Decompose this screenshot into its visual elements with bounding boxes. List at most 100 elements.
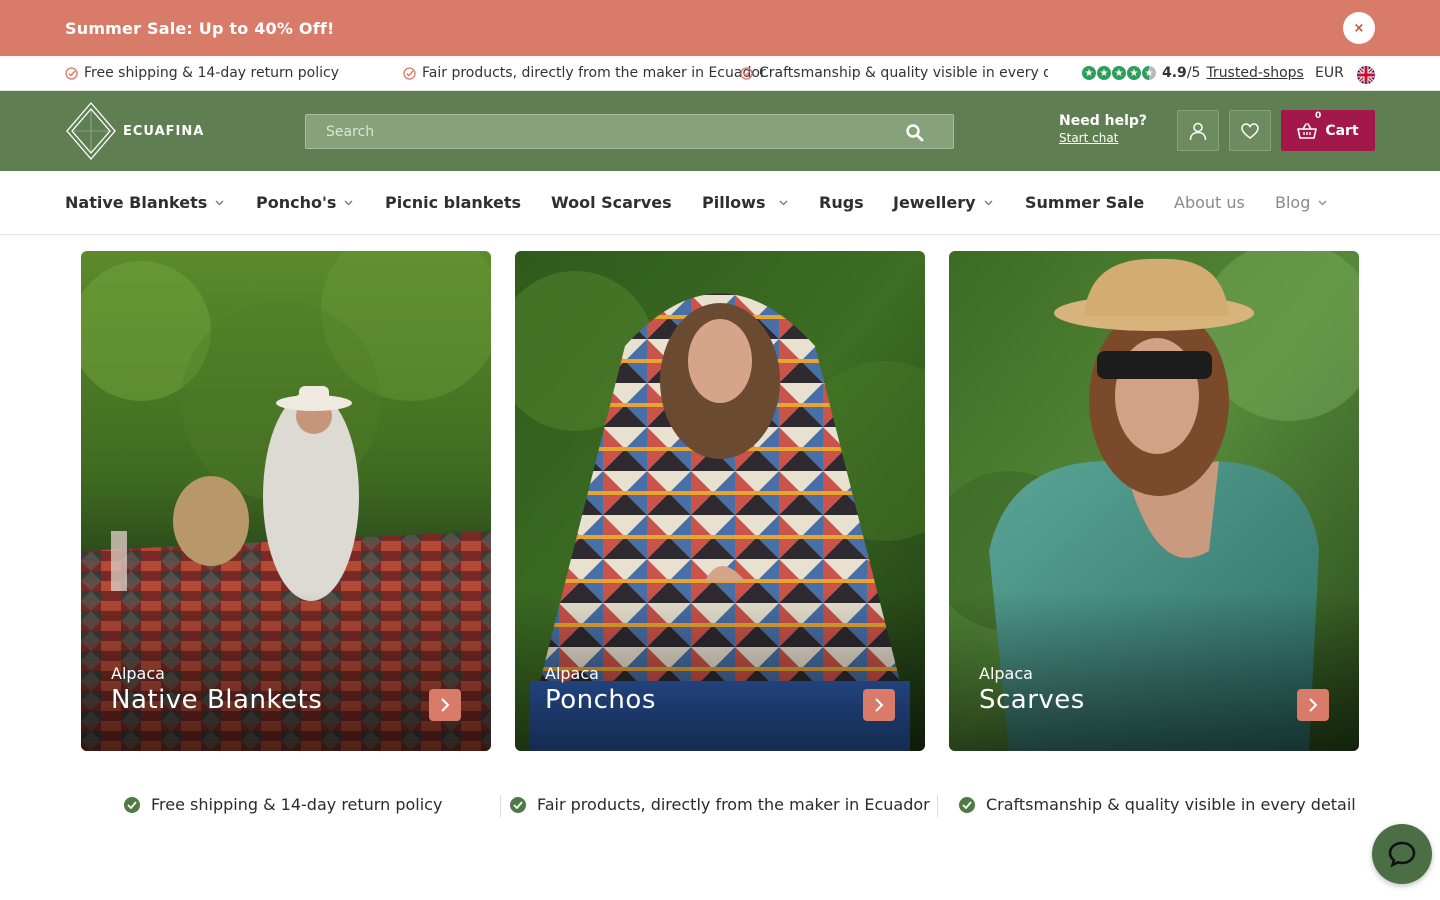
main-navigation: Native Blankets Poncho's Picnic blankets… (0, 171, 1440, 235)
usp-text: Free shipping & 14-day return policy (84, 65, 339, 81)
chevron-right-icon (1309, 698, 1318, 712)
usp-row: Free shipping & 14-day return policy Fai… (0, 795, 1440, 817)
search-input[interactable] (306, 115, 953, 148)
check-circle-icon (510, 796, 526, 813)
chevron-down-icon (984, 200, 993, 205)
card-arrow-button[interactable] (863, 689, 895, 721)
nav-label: Jewellery (893, 193, 976, 212)
main-header: ECUAFINA Need help? Start chat 0 Cart (0, 91, 1440, 171)
check-circle-icon (124, 796, 140, 813)
nav-label: Summer Sale (1025, 193, 1145, 212)
rating-value: 4.9 (1162, 65, 1187, 81)
check-icon (403, 66, 416, 80)
category-card-native-blankets[interactable]: Alpaca Native Blankets (81, 251, 491, 751)
rating-score: 4.9/5 (1162, 65, 1200, 81)
trusted-shops-rating: ★ ★ ★ ★ ★ 4.9/5 Trusted-shops (1082, 65, 1304, 81)
usp-item: Craftsmanship & quality visible in every… (740, 65, 1048, 81)
nav-item-summer-sale[interactable]: Summer Sale (1025, 193, 1144, 212)
nav-label: Wool Scarves (551, 193, 672, 212)
rating-scale: /5 (1186, 65, 1201, 81)
nav-item-pillows[interactable]: Pillows (702, 193, 788, 212)
check-icon (740, 66, 753, 80)
nav-label: Pillows (702, 193, 766, 212)
nav-label: Poncho's (256, 193, 337, 212)
help-box: Need help? Start chat (1059, 113, 1147, 145)
usp-text: Fair products, directly from the maker i… (422, 65, 766, 81)
usp-row-text: Free shipping & 14-day return policy (151, 795, 443, 814)
nav-item-blog[interactable]: Blog (1275, 193, 1327, 212)
rating-stars: ★ ★ ★ ★ ★ (1082, 66, 1156, 80)
star-icon: ★ (1082, 66, 1096, 80)
usp-item: Free shipping & 14-day return policy (65, 65, 339, 81)
nav-label: Native Blankets (65, 193, 208, 212)
cart-label: Cart (1325, 122, 1359, 139)
chevron-down-icon (344, 200, 353, 205)
card-title: Ponchos (545, 685, 656, 715)
nav-item-wool-scarves[interactable]: Wool Scarves (551, 193, 672, 212)
card-title: Native Blankets (111, 685, 323, 715)
usp-ticker: Free shipping & 14-day return policy Fai… (65, 56, 1048, 91)
nav-label: Picnic blankets (385, 193, 521, 212)
usp-row-text: Fair products, directly from the maker i… (537, 795, 930, 814)
chevron-down-icon (1318, 200, 1327, 205)
card-subtitle: Alpaca (545, 664, 599, 683)
logo-diamond-icon (66, 102, 116, 160)
nav-item-about-us[interactable]: About us (1174, 193, 1245, 212)
category-card-ponchos[interactable]: Alpaca Ponchos (515, 251, 925, 751)
nav-label: Rugs (819, 193, 864, 212)
search-icon[interactable] (905, 123, 925, 143)
card-arrow-button[interactable] (429, 689, 461, 721)
cart-button[interactable]: 0 Cart (1281, 110, 1375, 151)
nav-item-picnic-blankets[interactable]: Picnic blankets (385, 193, 521, 212)
basket-icon (1297, 122, 1318, 139)
promo-banner: Summer Sale: Up to 40% Off! × (0, 0, 1440, 56)
account-button[interactable] (1177, 110, 1219, 151)
chevron-right-icon (441, 698, 450, 712)
star-icon: ★ (1097, 66, 1111, 80)
usp-row-item: Free shipping & 14-day return policy (124, 795, 442, 814)
chevron-down-icon (780, 200, 788, 205)
help-title: Need help? (1059, 113, 1148, 129)
card-subtitle: Alpaca (979, 664, 1033, 683)
star-icon: ★ (1127, 66, 1141, 80)
star-icon: ★ (1112, 66, 1126, 80)
usp-strip: Free shipping & 14-day return policy Fai… (0, 56, 1440, 91)
trusted-shops-link[interactable]: Trusted-shops (1206, 65, 1303, 81)
user-icon (1189, 122, 1207, 140)
chat-bubble-icon (1388, 841, 1416, 868)
nav-item-rugs[interactable]: Rugs (819, 193, 864, 212)
heart-icon (1241, 122, 1259, 139)
chevron-right-icon (875, 698, 884, 712)
usp-text: Craftsmanship & quality visible in every… (759, 65, 1048, 81)
chevron-down-icon (215, 200, 224, 205)
nav-label: Blog (1275, 193, 1311, 212)
cart-count-badge: 0 (1315, 111, 1322, 121)
star-half-icon: ★ (1142, 66, 1156, 80)
usp-item: Fair products, directly from the maker i… (403, 65, 766, 81)
usp-row-item: Craftsmanship & quality visible in every… (959, 795, 1356, 814)
currency-selector[interactable]: EUR (1315, 65, 1344, 81)
logo-text: ECUAFINA (123, 123, 205, 139)
search-bar (305, 114, 954, 149)
chat-widget-button[interactable] (1372, 824, 1432, 884)
usp-row-text: Craftsmanship & quality visible in every… (986, 795, 1356, 814)
check-circle-icon (959, 796, 975, 813)
close-icon: × (1353, 20, 1365, 36)
wishlist-button[interactable] (1229, 110, 1271, 151)
logo[interactable]: ECUAFINA (65, 101, 204, 161)
card-arrow-button[interactable] (1297, 689, 1329, 721)
usp-row-item: Fair products, directly from the maker i… (510, 795, 930, 814)
promo-text: Summer Sale: Up to 40% Off! (65, 18, 335, 38)
nav-item-ponchos[interactable]: Poncho's (256, 193, 353, 212)
close-promo-button[interactable]: × (1343, 12, 1375, 44)
usp-divider (937, 795, 938, 817)
category-card-scarves[interactable]: Alpaca Scarves (949, 251, 1359, 751)
nav-item-jewellery[interactable]: Jewellery (893, 193, 993, 212)
nav-label: About us (1174, 193, 1245, 212)
check-icon (65, 66, 78, 80)
start-chat-link[interactable]: Start chat (1059, 131, 1147, 145)
usp-divider (500, 795, 501, 817)
card-title: Scarves (979, 685, 1085, 715)
uk-flag-icon[interactable] (1357, 66, 1375, 84)
nav-item-native-blankets[interactable]: Native Blankets (65, 193, 224, 212)
